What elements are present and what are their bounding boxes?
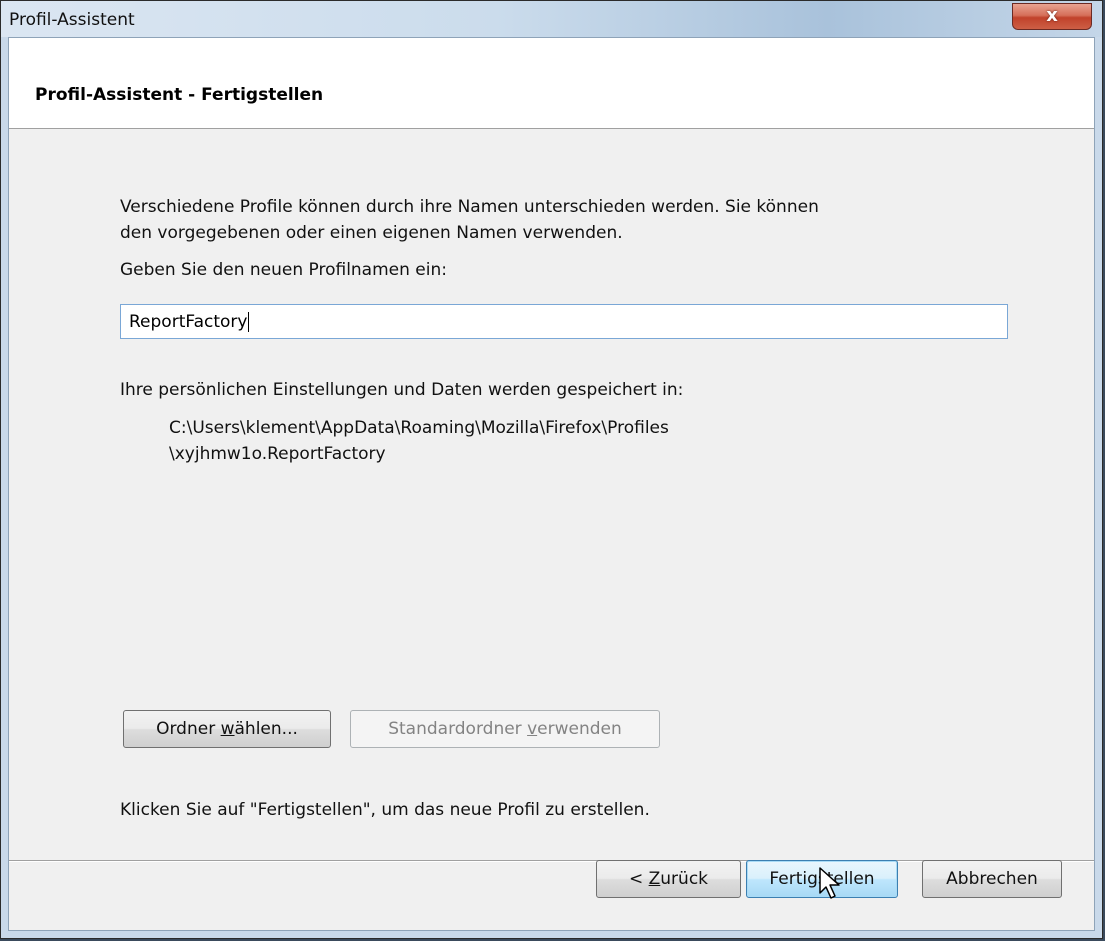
close-icon: x (1046, 5, 1058, 26)
use-default-folder-button[interactable]: Standardordner verwenden (350, 710, 660, 748)
default-folder-label-prefix: Standardordner (388, 719, 528, 739)
choose-folder-label-suffix: ählen... (234, 719, 298, 739)
default-folder-label-suffix: erwenden (537, 719, 622, 739)
window-title: Profil-Assistent (9, 10, 135, 30)
finish-hint-text: Klicken Sie auf "Fertigstellen", um das … (120, 800, 650, 820)
wizard-page-title: Profil-Assistent - Fertigstellen (35, 85, 324, 105)
name-prompt-label: Geben Sie den neuen Profilnamen ein: (120, 260, 447, 280)
choose-folder-button[interactable]: Ordner wählen... (123, 710, 331, 748)
mouse-pointer-icon (819, 867, 840, 899)
back-label-suffix: urück (660, 869, 709, 889)
profile-wizard-window: Profil-Assistent x Profil-Assistent - Fe… (0, 0, 1103, 939)
text-caret (248, 312, 250, 332)
close-button[interactable]: x (1012, 3, 1092, 30)
wizard-content: Verschiedene Profile können durch ihre N… (9, 129, 1094, 860)
profile-name-input[interactable]: ReportFactory (120, 304, 1008, 339)
wizard-client-area: Profil-Assistent - Fertigstellen Verschi… (8, 37, 1095, 931)
title-bar[interactable]: Profil-Assistent x (1, 1, 1102, 37)
back-mnemonic: Z (648, 869, 661, 889)
default-folder-mnemonic: v (527, 719, 538, 739)
profile-name-value: ReportFactory (129, 312, 248, 332)
intro-text-line-1: Verschiedene Profile können durch ihre N… (120, 197, 819, 217)
cancel-button[interactable]: Abbrechen (922, 860, 1062, 898)
back-label-prefix: < (628, 869, 649, 889)
choose-folder-mnemonic: w (220, 719, 235, 739)
storage-path-line-1: C:\Users\klement\AppData\Roaming\Mozilla… (169, 418, 669, 438)
back-button[interactable]: < Zurück (596, 860, 741, 898)
storage-location-label: Ihre persönlichen Einstellungen und Date… (120, 380, 684, 400)
choose-folder-label-prefix: Ordner (156, 719, 221, 739)
storage-path-line-2: \xyjhmw1o.ReportFactory (169, 444, 386, 464)
intro-text-line-2: den vorgegebenen oder einen eigenen Name… (120, 223, 623, 243)
wizard-header: Profil-Assistent - Fertigstellen (9, 38, 1094, 129)
